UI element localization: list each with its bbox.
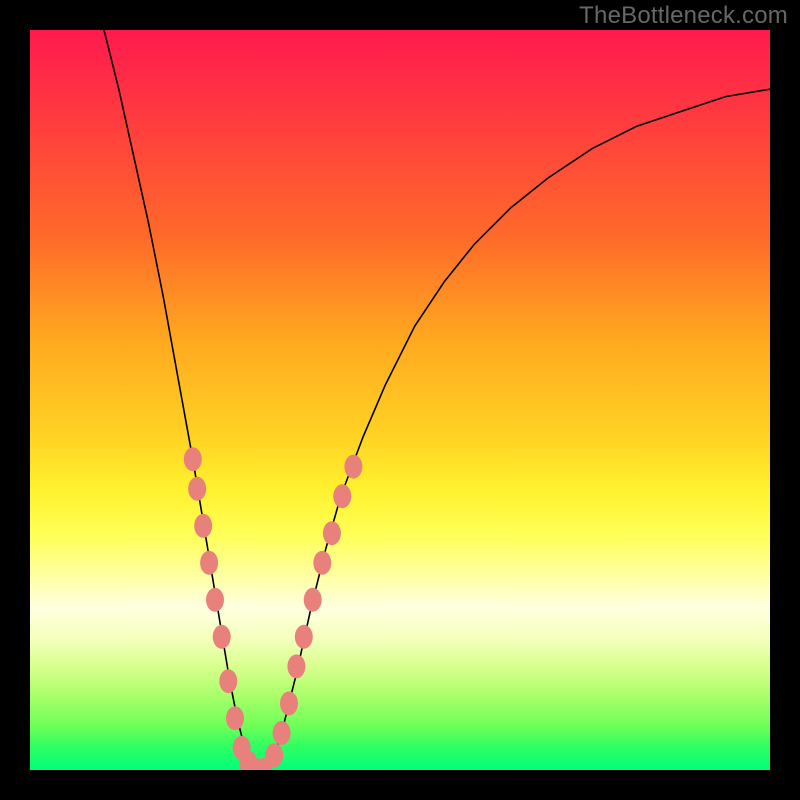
highlight-dot (295, 625, 313, 649)
highlight-dot (323, 521, 341, 545)
highlight-dot (273, 721, 291, 745)
highlight-dot (304, 588, 322, 612)
highlight-dot (188, 477, 206, 501)
bottleneck-curve (104, 30, 770, 770)
watermark-text: TheBottleneck.com (579, 2, 788, 30)
curve-svg (30, 30, 770, 770)
highlight-dot (265, 743, 283, 767)
highlight-dot (313, 551, 331, 575)
chart-frame: TheBottleneck.com (0, 0, 800, 800)
highlight-dot (333, 484, 351, 508)
highlight-dots-group (184, 447, 363, 770)
highlight-dot (213, 625, 231, 649)
highlight-dot (226, 706, 244, 730)
highlight-dot (280, 691, 298, 715)
highlight-dot (344, 455, 362, 479)
highlight-dot (206, 588, 224, 612)
highlight-dot (194, 514, 212, 538)
highlight-dot (219, 669, 237, 693)
highlight-dot (200, 551, 218, 575)
highlight-dot (184, 447, 202, 471)
plot-area (30, 30, 770, 770)
highlight-dot (287, 654, 305, 678)
